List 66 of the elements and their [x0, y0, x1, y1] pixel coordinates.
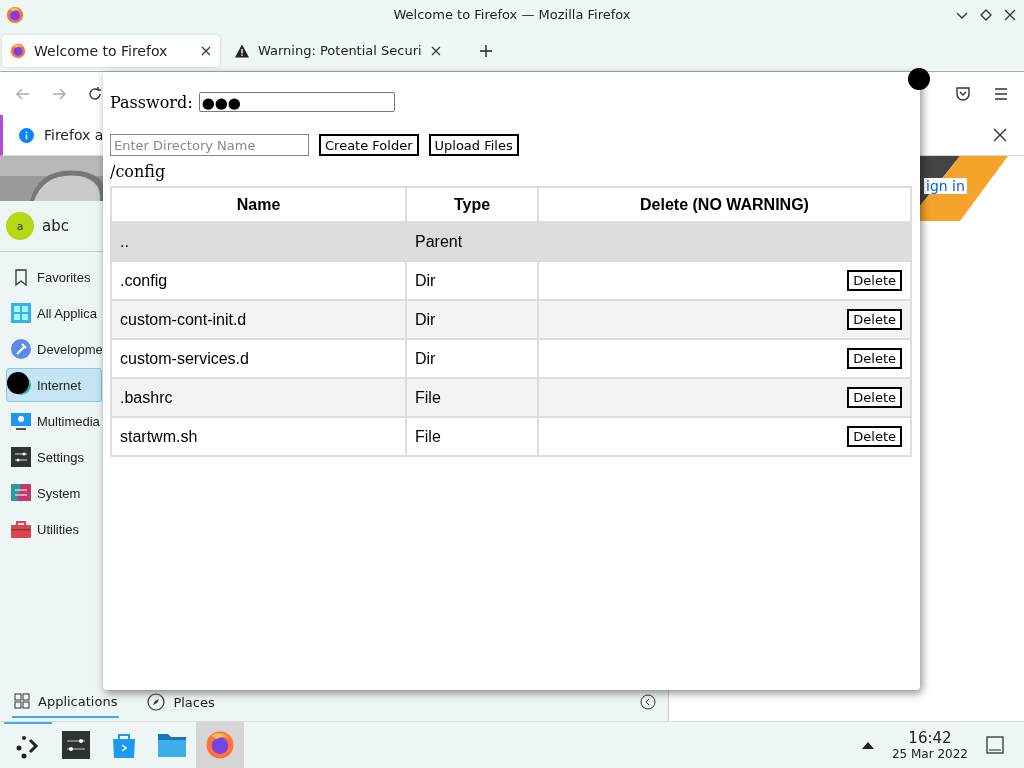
compass-icon — [147, 693, 166, 711]
category-item[interactable]: Utilities — [6, 512, 102, 546]
hammer-icon — [11, 339, 31, 359]
launcher-tab[interactable]: Places — [145, 687, 217, 717]
sliders-icon[interactable] — [62, 731, 90, 759]
firefox-icon — [6, 6, 24, 24]
firefox-icon — [10, 42, 26, 59]
table-cell: File — [406, 417, 538, 456]
table-cell: File — [406, 378, 538, 417]
category-item[interactable]: Settings — [6, 440, 102, 474]
category-item[interactable]: Favorites — [6, 260, 102, 294]
column-header: Name — [111, 187, 406, 222]
sign-in-link[interactable]: ign in — [924, 178, 967, 194]
table-cell: custom-cont-init.d — [111, 300, 406, 339]
expand-tray-icon[interactable] — [861, 741, 874, 749]
firefox-icon — [205, 730, 235, 760]
close-icon[interactable] — [1002, 7, 1018, 23]
column-header: Delete (NO WARNING) — [538, 187, 911, 222]
grid-icon — [11, 303, 31, 323]
close-icon[interactable] — [200, 44, 212, 57]
current-path: /config — [110, 162, 167, 183]
clock-time[interactable]: 16:42 — [908, 729, 952, 747]
toolbar-button[interactable]: Create Folder — [319, 134, 419, 156]
toolbox-icon — [11, 519, 31, 539]
system-icon — [11, 483, 31, 503]
delete-button[interactable]: Delete — [847, 426, 902, 447]
folder-icon[interactable] — [157, 731, 187, 759]
browser-tab[interactable]: Warning: Potential Securi — [226, 34, 450, 67]
table-cell: startwm.sh — [111, 417, 406, 456]
clock-date[interactable]: 25 Mar 2022 — [891, 747, 968, 761]
back-icon[interactable] — [640, 694, 656, 710]
delete-button[interactable]: Delete — [847, 270, 902, 291]
sliders-icon — [11, 447, 31, 467]
category-item[interactable]: All Applica — [6, 296, 102, 330]
notification-text: Firefox a — [44, 127, 104, 143]
info-icon — [19, 127, 34, 143]
reload-icon[interactable] — [86, 84, 104, 103]
monitor-icon — [11, 411, 31, 431]
table-cell[interactable]: .. — [111, 222, 406, 261]
directory-name-field[interactable]: Enter Directory Name — [110, 134, 309, 156]
table-cell: Parent — [406, 222, 538, 261]
show-desktop-icon[interactable] — [986, 736, 1004, 754]
pocket-icon[interactable] — [954, 84, 972, 103]
table-cell: .bashrc — [111, 378, 406, 417]
grid-icon — [14, 693, 30, 709]
browser-tab[interactable]: Welcome to Firefox — [2, 34, 220, 67]
launcher-icon[interactable] — [15, 733, 41, 759]
category-item[interactable]: Multimedia — [6, 404, 104, 438]
delete-button[interactable]: Delete — [847, 309, 902, 330]
password-field[interactable]: ●●● — [198, 92, 395, 112]
delete-button[interactable]: Delete — [847, 387, 902, 408]
password-label: Password: — [110, 92, 193, 112]
maximize-icon[interactable] — [978, 7, 994, 23]
window-title: Welcome to Firefox — Mozilla Firefox — [393, 7, 631, 22]
close-icon[interactable] — [992, 127, 1008, 143]
user-name: abc — [42, 217, 69, 235]
category-item[interactable]: Developme — [6, 332, 107, 366]
table-cell: Dir — [406, 300, 538, 339]
category-item[interactable]: System — [6, 476, 102, 510]
shopping-bag-icon[interactable] — [110, 731, 138, 759]
avatar: a — [6, 212, 34, 240]
toolbar-button[interactable]: Upload Files — [428, 134, 519, 156]
new-tab-icon[interactable] — [477, 42, 494, 59]
close-icon[interactable] — [429, 44, 442, 57]
warning-icon — [234, 42, 250, 59]
delete-button[interactable]: Delete — [847, 348, 902, 369]
